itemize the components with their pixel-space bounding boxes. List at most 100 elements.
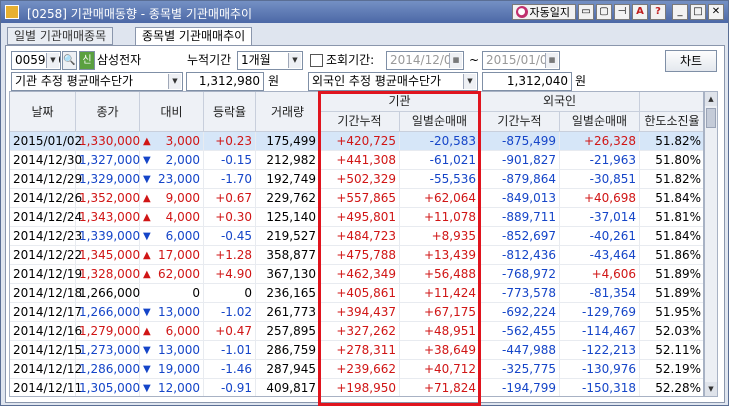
table-row[interactable]: 2014/12/24 1,343,000 ▲ 4,000 +0.30 125,140 +49… xyxy=(10,208,703,227)
chevron-down-icon[interactable]: ▼ xyxy=(288,53,301,68)
cell-value: 51.89% xyxy=(655,267,701,281)
title-bar[interactable]: [0258] 기관매매동향 - 종목별 기관매매추이 ● 자동일지 ▭ ▢ ⊣ … xyxy=(1,1,728,23)
cell-inst-cum: +502,329 xyxy=(320,170,400,189)
foreign-avg-price-select[interactable]: 외국인 추정 평균매수단가 ▼ xyxy=(308,72,478,91)
vertical-scrollbar[interactable]: ▲ ▼ xyxy=(704,91,718,397)
col-inst-cum[interactable]: 기간누적 xyxy=(320,112,400,132)
chevron-down-icon[interactable]: ▼ xyxy=(168,74,181,89)
cell-limit: 51.84% xyxy=(640,227,703,246)
table-row[interactable]: 2014/12/16 1,279,000 ▲ 6,000 +0.47 257,895 +32… xyxy=(10,322,703,341)
cell-volume: 257,895 xyxy=(256,322,320,341)
chevron-down-icon[interactable]: ▼ xyxy=(463,74,476,89)
cell-value: 2015/01/02 xyxy=(13,134,83,148)
cell-change: ▼ 23,000 xyxy=(140,170,204,189)
cell-inst-cum: +475,788 xyxy=(320,246,400,265)
cell-date: 2014/12/15 xyxy=(10,341,82,360)
cell-value: -150,318 xyxy=(582,381,636,395)
cell-value: -130,976 xyxy=(582,362,636,376)
app-icon xyxy=(5,5,19,19)
col-date[interactable]: 날짜 xyxy=(10,92,76,132)
stock-name: 삼성전자 xyxy=(97,53,142,67)
cell-limit: 51.89% xyxy=(640,265,703,284)
col-volume[interactable]: 거래량 xyxy=(256,92,320,132)
maximize-icon[interactable]: □ xyxy=(690,4,706,20)
calendar-icon[interactable]: ▦ xyxy=(449,53,462,68)
chart-button[interactable]: 차트 xyxy=(665,50,717,72)
table-row[interactable]: 2014/12/12 1,286,000 ▼ 19,000 -1.46 287,945 +2… xyxy=(10,360,703,379)
chevron-down-icon[interactable]: ▼ xyxy=(46,53,59,68)
cell-value: -0.91 xyxy=(220,381,252,395)
help-icon[interactable]: ? xyxy=(650,4,666,20)
tab-daily-inst-stocks[interactable]: 일별 기관매매종목 xyxy=(7,27,114,45)
cell-value: -901,827 xyxy=(502,153,556,167)
cell-rate: -1.01 xyxy=(204,341,256,360)
window-icon[interactable]: ▢ xyxy=(596,4,612,20)
col-rate[interactable]: 등락율 xyxy=(204,92,256,132)
table-row[interactable]: 2014/12/23 1,339,000 ▼ 6,000 -0.45 219,527 +48… xyxy=(10,227,703,246)
table-row[interactable]: 2014/12/15 1,273,000 ▼ 13,000 -1.01 286,759 +2… xyxy=(10,341,703,360)
font-icon[interactable]: A xyxy=(632,4,648,20)
cell-for-cum: -768,972 xyxy=(480,265,560,284)
cell-value: -768,972 xyxy=(502,267,556,281)
cell-for-daily: -21,963 xyxy=(560,151,640,170)
close-icon[interactable]: ✕ xyxy=(708,4,724,20)
cell-for-cum: -889,711 xyxy=(480,208,560,227)
date-to-input[interactable]: 2015/01/04 ▦ xyxy=(482,51,560,70)
table-row[interactable]: 2014/12/18 1,266,000 0 0 236,165 +405,861 +11,… xyxy=(10,284,703,303)
cell-inst-daily: +38,649 xyxy=(400,341,480,360)
scroll-thumb[interactable] xyxy=(706,108,716,128)
cell-for-cum: -692,224 xyxy=(480,303,560,322)
cell-for-cum: -325,775 xyxy=(480,360,560,379)
table-row[interactable]: 2014/12/19 1,328,000 ▲ 62,000 +4.90 367,130 +4… xyxy=(10,265,703,284)
cell-inst-cum: +441,308 xyxy=(320,151,400,170)
scroll-up-icon[interactable]: ▲ xyxy=(705,92,717,106)
tab-stock-inst-trend[interactable]: 종목별 기관매매추이 xyxy=(135,27,253,46)
stock-code-input[interactable]: 005930 ▼ xyxy=(11,51,61,70)
cell-value: +0.47 xyxy=(215,324,252,338)
cell-inst-daily: +11,078 xyxy=(400,208,480,227)
table-row[interactable]: 2014/12/11 1,305,000 ▼ 12,000 -0.91 409,817 +1… xyxy=(10,379,703,396)
cell-value: -852,697 xyxy=(502,229,556,243)
cell-close: 1,330,000 xyxy=(76,132,140,151)
pin-icon[interactable]: ⊣ xyxy=(614,4,630,20)
cell-inst-cum: +394,437 xyxy=(320,303,400,322)
col-inst-daily[interactable]: 일별순매매 xyxy=(400,112,480,132)
period-select[interactable]: 1개월 ▼ xyxy=(237,51,303,70)
calendar-icon[interactable]: ▦ xyxy=(545,53,558,68)
cell-value: +198,950 xyxy=(336,381,396,395)
trading-grid[interactable]: 날짜 종가 대비 등락율 거래량 기관 기간누적 일별순매매 외국인 기간누적 … xyxy=(9,91,704,397)
link-icon[interactable]: ▭ xyxy=(578,4,594,20)
cell-value: 1,345,000 xyxy=(79,248,141,262)
cell-inst-cum: +239,662 xyxy=(320,360,400,379)
cell-value: -0.45 xyxy=(220,229,252,243)
scroll-down-icon[interactable]: ▼ xyxy=(705,382,717,396)
table-row[interactable]: 2014/12/22 1,345,000 ▲ 17,000 +1.28 358,877 +4… xyxy=(10,246,703,265)
table-row[interactable]: 2015/01/02 1,330,000 ▲ 3,000 +0.23 175,499 +42… xyxy=(10,132,703,151)
col-close[interactable]: 종가 xyxy=(76,92,140,132)
auto-journal-button[interactable]: ● 자동일지 xyxy=(511,4,576,20)
group-foreign: 외국인 xyxy=(480,92,640,112)
col-limit[interactable]: 한도소진율 xyxy=(640,112,703,132)
cell-close: 1,345,000 xyxy=(76,246,140,265)
search-icon[interactable]: 🔍 xyxy=(62,51,77,70)
cell-change: ▼ 6,000 xyxy=(140,227,204,246)
inst-avg-price-select[interactable]: 기관 추정 평균매수단가 ▼ xyxy=(11,72,183,91)
cell-limit: 51.89% xyxy=(640,284,703,303)
cell-for-daily: +4,606 xyxy=(560,265,640,284)
cell-value: -325,775 xyxy=(502,362,556,376)
col-change[interactable]: 대비 xyxy=(140,92,204,132)
cell-for-daily: -150,318 xyxy=(560,379,640,396)
col-for-daily[interactable]: 일별순매매 xyxy=(560,112,640,132)
table-row[interactable]: 2014/12/17 1,266,000 ▼ 13,000 -1.02 261,773 +3… xyxy=(10,303,703,322)
table-row[interactable]: 2014/12/29 1,329,000 ▼ 23,000 -1.70 192,749 +5… xyxy=(10,170,703,189)
date-from-input[interactable]: 2014/12/04 ▦ xyxy=(386,51,464,70)
cell-change: ▼ 13,000 xyxy=(140,341,204,360)
col-for-cum[interactable]: 기간누적 xyxy=(480,112,560,132)
table-row[interactable]: 2014/12/26 1,352,000 ▲ 9,000 +0.67 229,762 +55… xyxy=(10,189,703,208)
cell-value: 1,330,000 xyxy=(79,134,141,148)
cell-change: ▲ 3,000 xyxy=(140,132,204,151)
cell-value: -30,851 xyxy=(589,172,636,186)
query-period-checkbox[interactable] xyxy=(310,54,323,67)
table-row[interactable]: 2014/12/30 1,327,000 ▼ 2,000 -0.15 212,982 +44… xyxy=(10,151,703,170)
minimize-icon[interactable]: _ xyxy=(672,4,688,20)
